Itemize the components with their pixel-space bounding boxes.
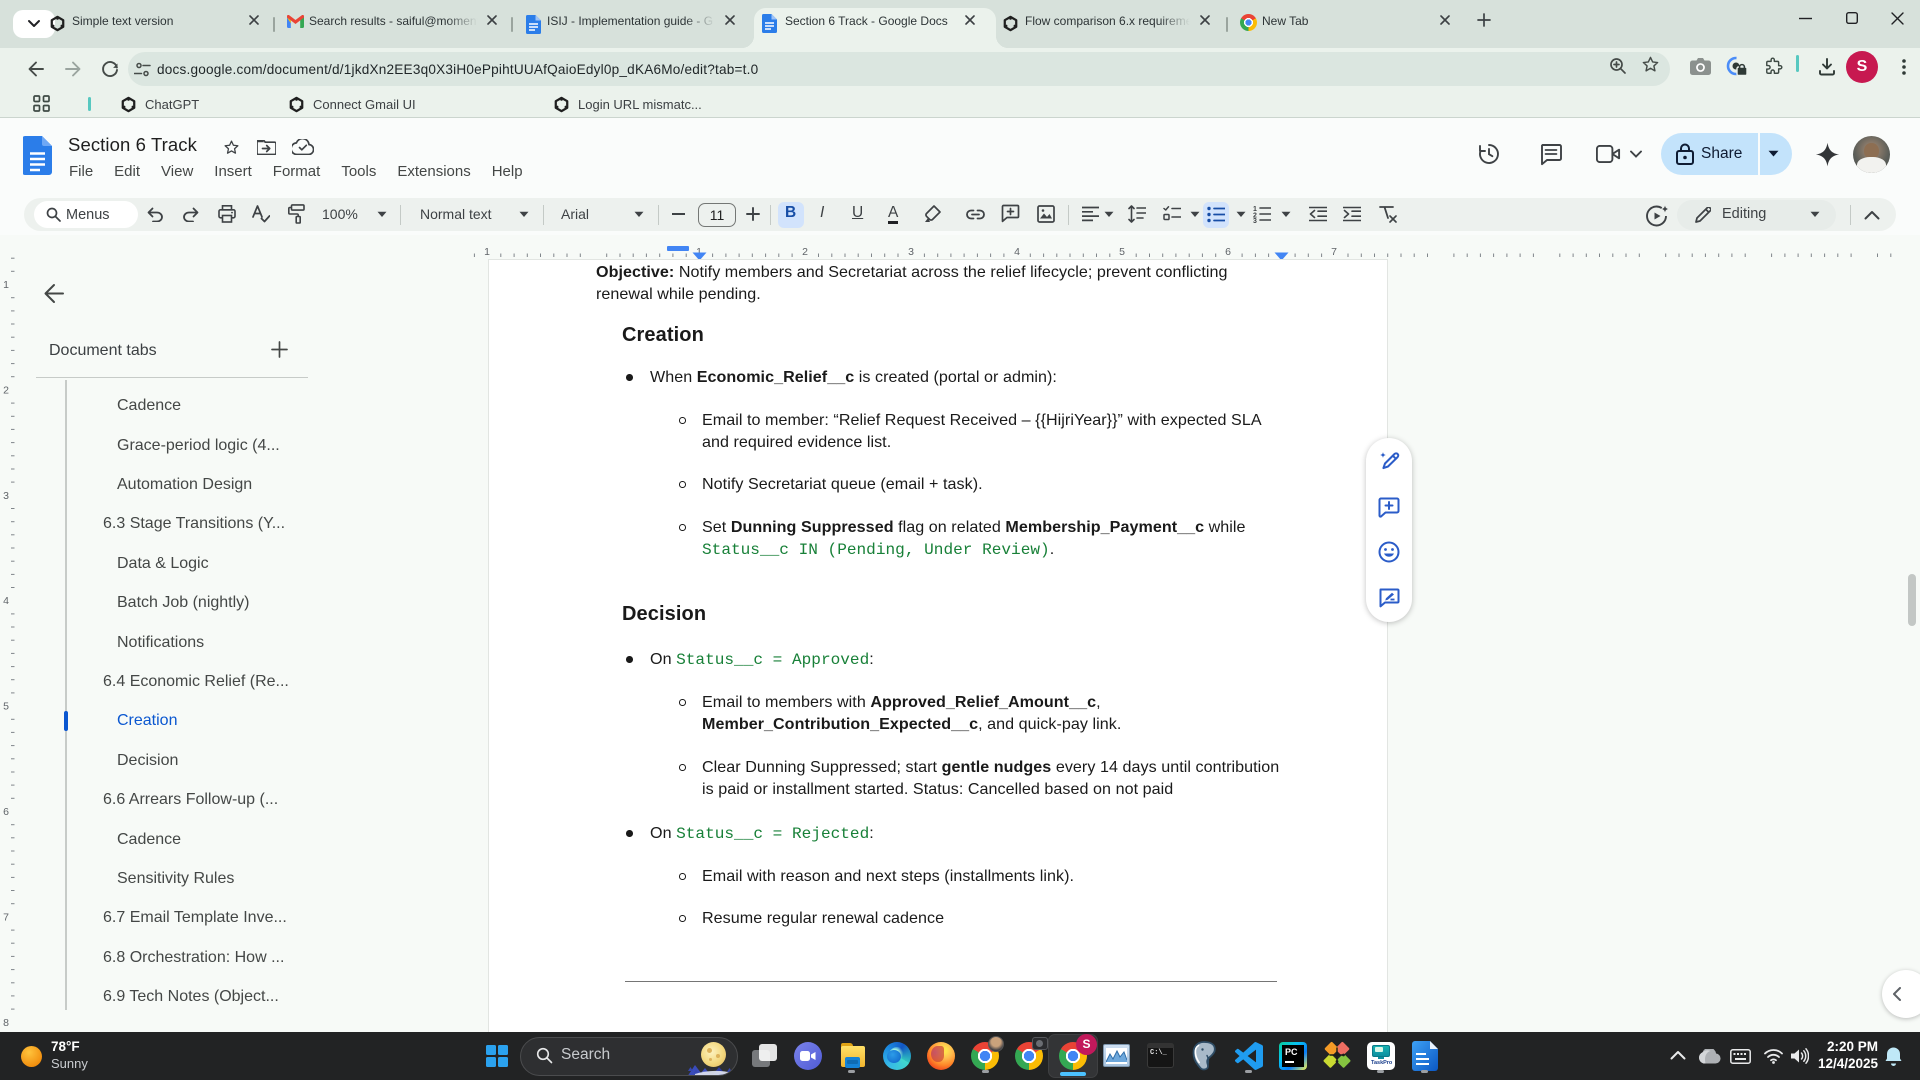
svg-text:3: 3: [1253, 218, 1257, 223]
svg-text:6: 6: [3, 806, 9, 818]
svg-text:7: 7: [3, 912, 9, 924]
svg-text:5: 5: [3, 701, 9, 713]
svg-text:8: 8: [3, 1017, 9, 1029]
svg-text:3: 3: [3, 490, 9, 502]
svg-text:4: 4: [1014, 246, 1020, 258]
svg-text:4: 4: [3, 595, 9, 607]
svg-text:6: 6: [1225, 246, 1231, 258]
svg-text:5: 5: [1119, 246, 1125, 258]
svg-text:1: 1: [484, 246, 490, 258]
svg-text:3: 3: [908, 246, 914, 258]
svg-text:2: 2: [3, 385, 9, 397]
svg-text:7: 7: [1331, 246, 1337, 258]
svg-text:2: 2: [802, 246, 808, 258]
svg-text:1: 1: [3, 279, 9, 291]
